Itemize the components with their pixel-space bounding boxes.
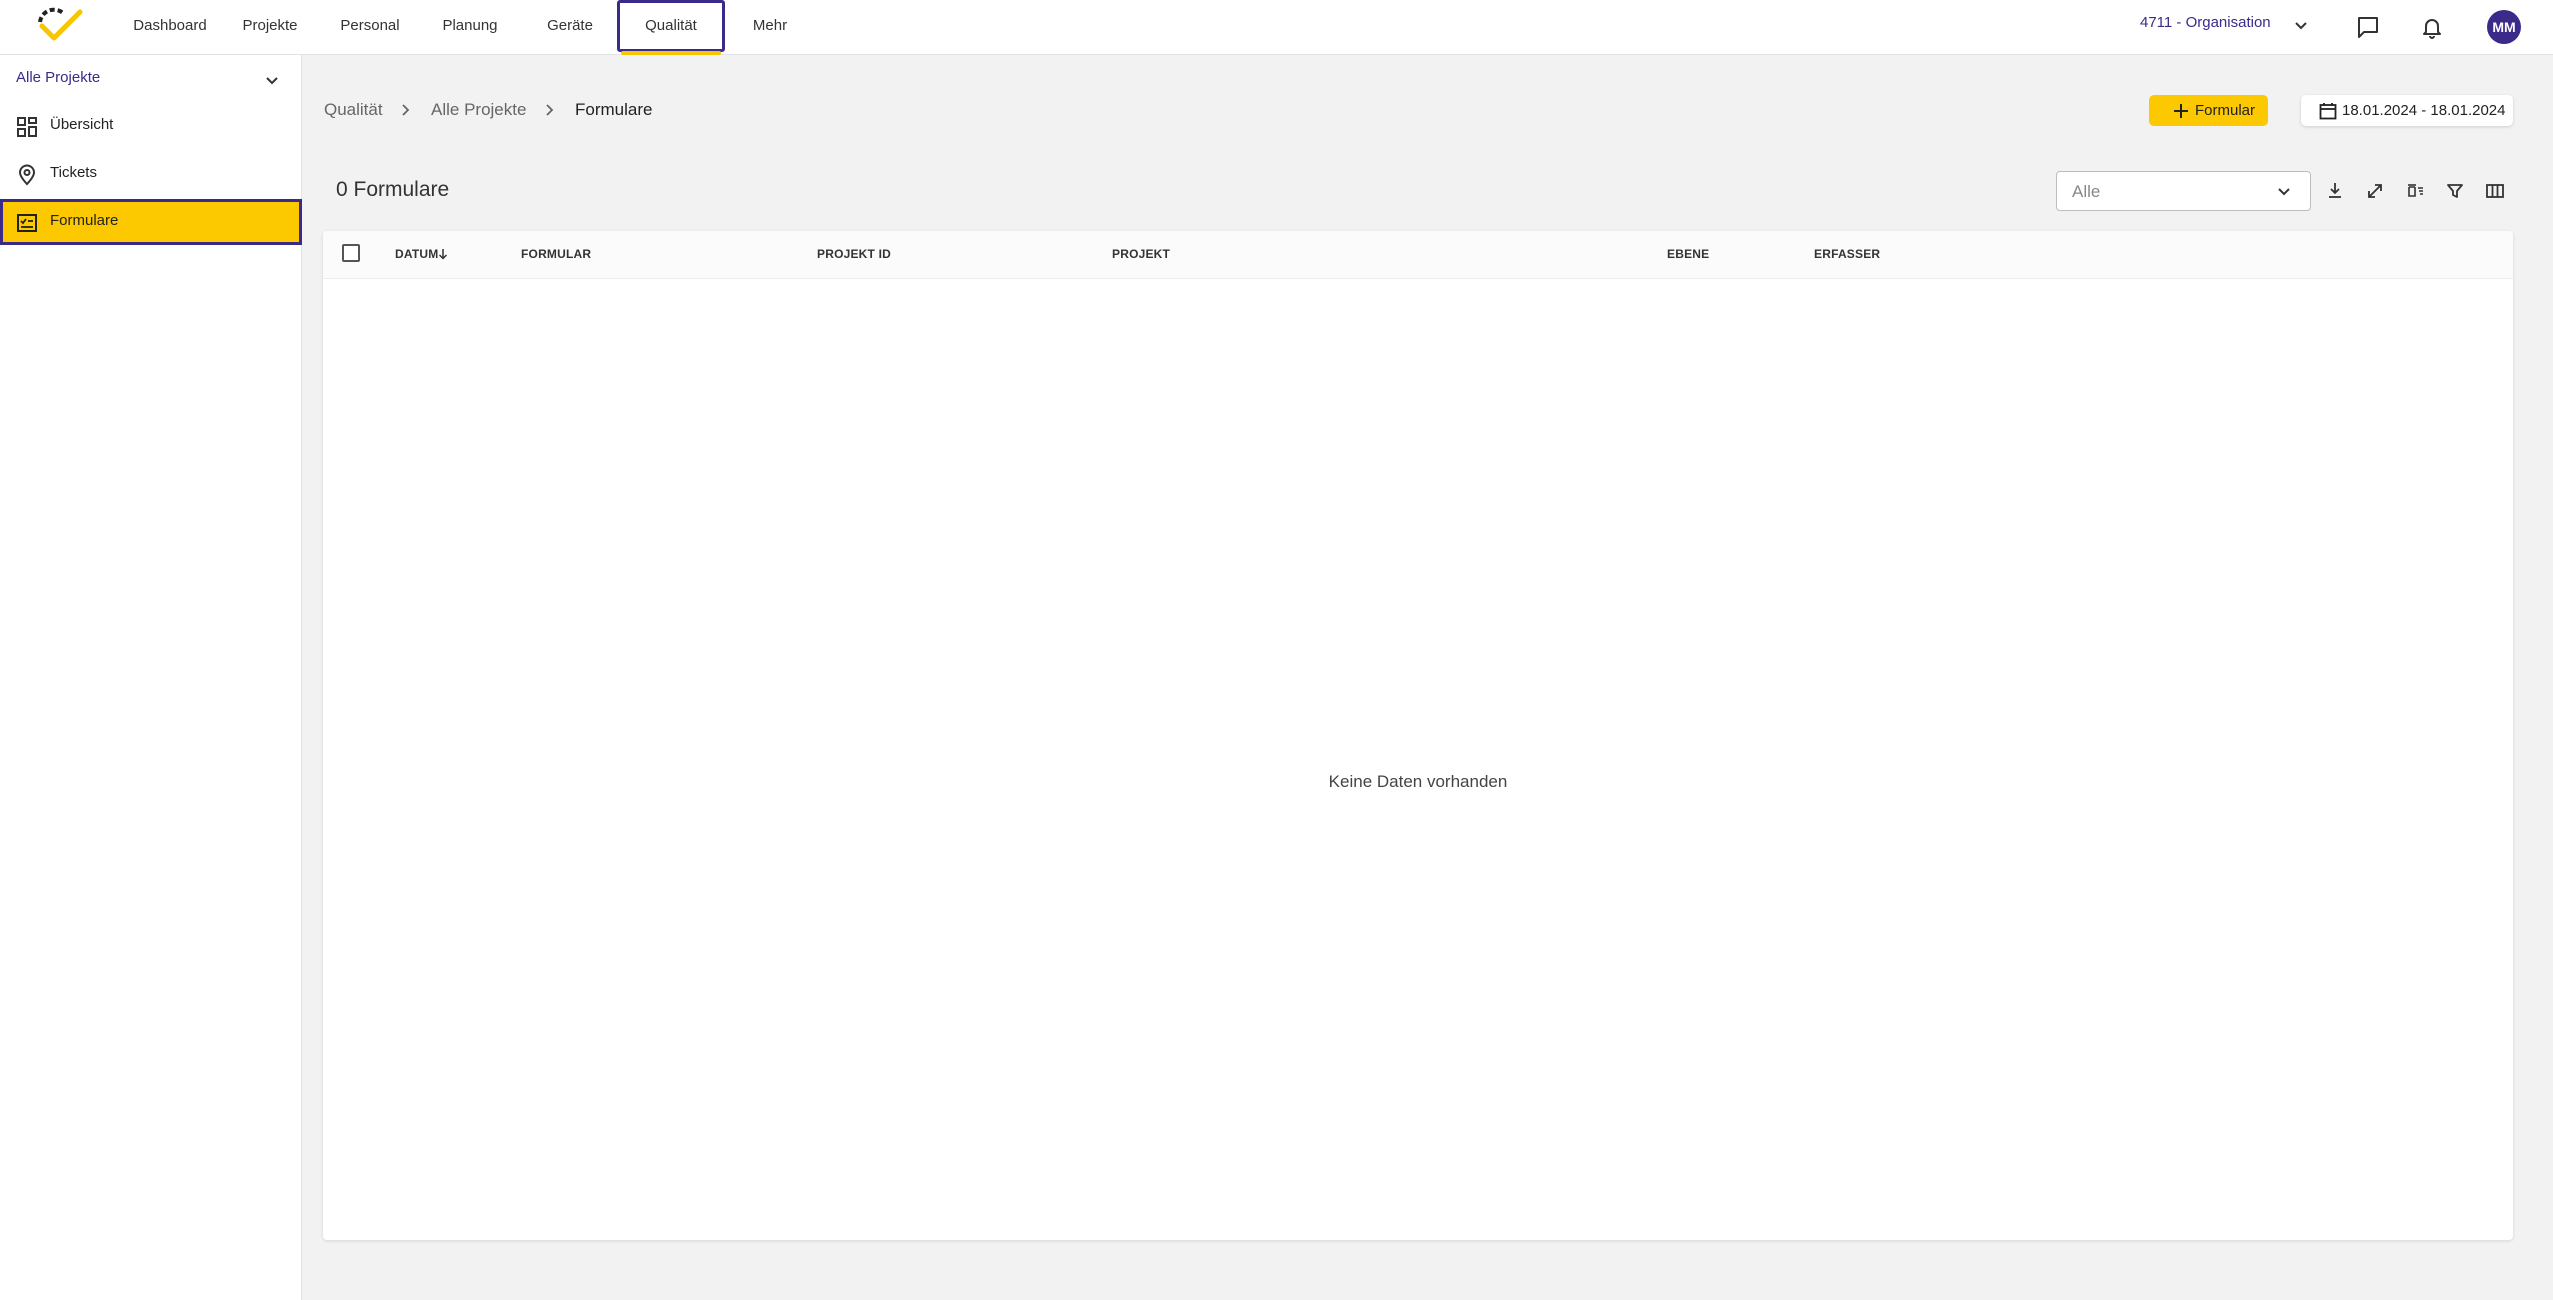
nav-personal[interactable]: Personal xyxy=(330,0,410,55)
nav-geraete[interactable]: Geräte xyxy=(535,0,605,55)
sidebar-item-label: Formulare xyxy=(50,212,119,229)
chevron-down-icon xyxy=(2278,188,2290,196)
project-select[interactable]: Alle Projekte xyxy=(16,69,100,86)
plus-icon xyxy=(2174,104,2188,118)
clear-filter-icon[interactable] xyxy=(2404,180,2426,202)
active-tab-indicator xyxy=(621,51,721,55)
sort-down-icon[interactable] xyxy=(437,248,449,260)
filter-select-value: Alle xyxy=(2072,182,2101,201)
select-all-checkbox[interactable] xyxy=(342,244,360,262)
expand-icon[interactable] xyxy=(2364,180,2386,202)
breadcrumb-alle-projekte[interactable]: Alle Projekte xyxy=(431,100,526,120)
filter-icon[interactable] xyxy=(2444,180,2466,202)
sidebar-item-label: Übersicht xyxy=(50,116,114,133)
sidebar-item-label: Tickets xyxy=(50,164,97,181)
column-header-projekt-id[interactable]: PROJEKT ID xyxy=(817,247,891,261)
list-title: 0 Formulare xyxy=(336,178,450,201)
organisation-select[interactable]: 4711 - Organisation xyxy=(2140,14,2271,31)
breadcrumb-formulare: Formulare xyxy=(575,100,653,119)
table-header-row: DATUM FORMULAR PROJEKT ID PROJEKT EBENE … xyxy=(323,231,2513,279)
dashboard-icon xyxy=(17,117,37,137)
empty-state-message: Keine Daten vorhanden xyxy=(1328,772,1508,791)
columns-icon[interactable] xyxy=(2484,180,2506,202)
column-header-ebene[interactable]: EBENE xyxy=(1667,247,1709,261)
chevron-down-icon[interactable] xyxy=(262,71,282,91)
chevron-right-icon xyxy=(546,104,554,116)
nav-mehr[interactable]: Mehr xyxy=(742,0,798,55)
location-pin-icon xyxy=(18,164,36,186)
column-header-projekt[interactable]: PROJEKT xyxy=(1112,247,1170,261)
filter-select[interactable]: Alle xyxy=(2056,171,2311,211)
bell-icon[interactable] xyxy=(2418,13,2446,41)
user-avatar[interactable]: MM xyxy=(2487,10,2521,44)
app-logo[interactable] xyxy=(34,4,84,48)
nav-planung[interactable]: Planung xyxy=(432,0,508,55)
top-navigation-bar: Dashboard Projekte Personal Planung Gerä… xyxy=(0,0,2553,55)
column-header-datum[interactable]: DATUM xyxy=(395,247,438,261)
forms-table: DATUM FORMULAR PROJEKT ID PROJEKT EBENE … xyxy=(323,231,2513,1240)
nav-qualitaet[interactable]: Qualität xyxy=(617,0,725,52)
breadcrumb-qualitaet[interactable]: Qualität xyxy=(324,100,383,120)
date-range-picker[interactable]: 18.01.2024 - 18.01.2024 xyxy=(2301,95,2513,126)
download-icon[interactable] xyxy=(2324,180,2346,202)
column-header-formular[interactable]: FORMULAR xyxy=(521,247,591,261)
calendar-icon xyxy=(2319,103,2337,120)
nav-projekte[interactable]: Projekte xyxy=(232,0,308,55)
chevron-down-icon[interactable] xyxy=(2291,16,2311,36)
sidebar-item-formulare[interactable]: Formulare xyxy=(0,199,302,245)
nav-dashboard[interactable]: Dashboard xyxy=(124,0,216,55)
sidebar-item-uebersicht[interactable]: Übersicht xyxy=(0,103,302,149)
chevron-right-icon xyxy=(402,104,410,116)
chat-icon[interactable] xyxy=(2354,13,2382,41)
column-header-erfasser[interactable]: ERFASSER xyxy=(1814,247,1880,261)
add-formular-button[interactable]: Formular xyxy=(2149,95,2268,126)
add-formular-label: Formular xyxy=(2195,102,2256,119)
date-range-label: 18.01.2024 - 18.01.2024 xyxy=(2342,102,2506,119)
sidebar: Alle Projekte Übersicht Tickets Formular… xyxy=(0,55,302,1300)
form-checklist-icon xyxy=(17,214,37,232)
sidebar-item-tickets[interactable]: Tickets xyxy=(0,151,302,197)
